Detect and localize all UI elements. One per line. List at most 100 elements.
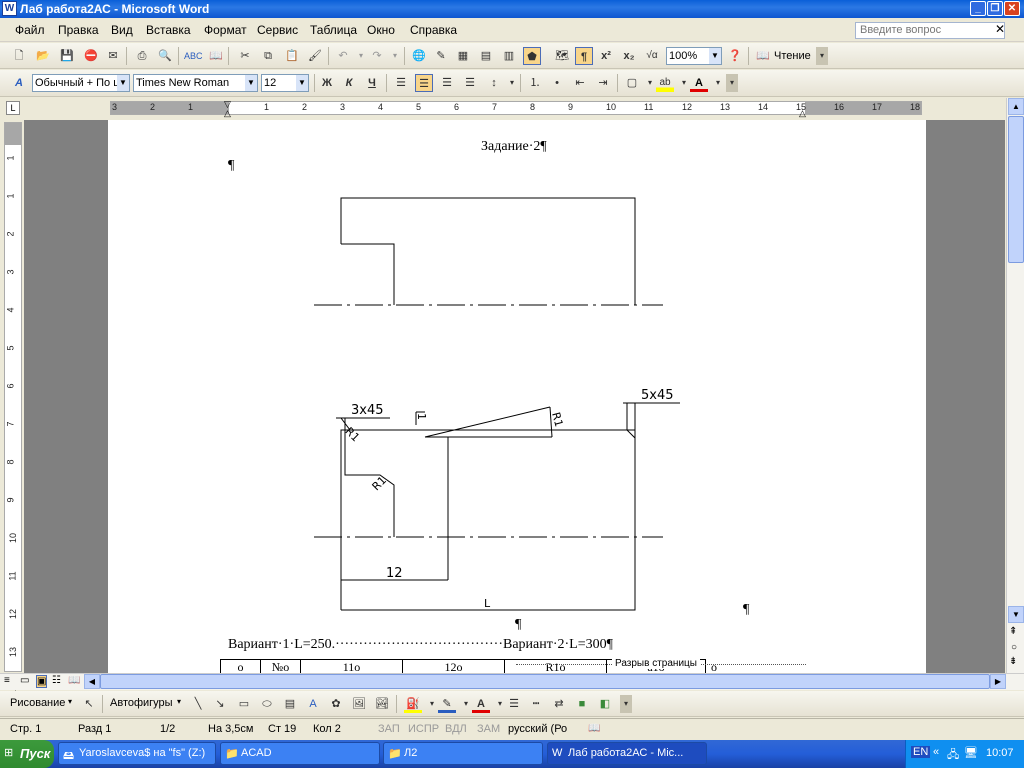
network-icon[interactable]: 🖧 (947, 746, 959, 765)
diagram-icon[interactable]: ✿ (327, 695, 345, 713)
select-objects-icon[interactable]: ↖ (80, 695, 98, 713)
insert-excel-icon[interactable]: ▤ (477, 47, 495, 65)
superscript-icon[interactable]: x² (597, 47, 615, 65)
table-cell[interactable]: №o (260, 660, 300, 674)
line-spacing-dropdown-icon[interactable]: ▾ (503, 74, 521, 92)
chevron-down-icon[interactable]: ▼ (296, 75, 308, 91)
reading-mode-icon[interactable]: 📖 (754, 47, 772, 65)
task-word[interactable]: Лаб работа2АС - Mic... (547, 742, 707, 765)
paste-icon[interactable]: 📋 (283, 47, 301, 65)
status-track[interactable]: ИСПР (408, 723, 439, 735)
table-cell[interactable]: 11o (300, 660, 402, 674)
table-cell[interactable]: o (220, 660, 260, 674)
numbering-icon[interactable]: ⒈ (526, 74, 544, 92)
clipart-icon[interactable]: 🖼 (350, 695, 368, 713)
clock[interactable]: 10:07 (986, 747, 1014, 759)
line-tool-icon[interactable]: ╲ (189, 695, 207, 713)
tables-borders-icon[interactable]: ✎ (432, 47, 450, 65)
menu-table[interactable]: Таблица (310, 23, 357, 37)
web-view-icon[interactable]: ▭ (20, 675, 29, 686)
menu-help[interactable]: Справка (410, 23, 457, 37)
reading-view-icon[interactable]: 📖 (68, 675, 80, 686)
minimize-button[interactable]: _ (970, 1, 986, 16)
decrease-indent-icon[interactable]: ⇤ (571, 74, 589, 92)
columns-icon[interactable]: ▥ (500, 47, 518, 65)
scroll-up-icon[interactable]: ▲ (1008, 98, 1024, 115)
status-overtype[interactable]: ЗАМ (477, 723, 500, 735)
menu-edit[interactable]: Правка (58, 23, 99, 37)
previous-page-icon[interactable]: ⇞ (1009, 626, 1017, 637)
outline-view-icon[interactable]: ☷ (52, 675, 61, 686)
right-indent-marker[interactable]: △ (799, 108, 806, 119)
chevron-down-icon[interactable]: ▼ (117, 75, 129, 91)
align-right-icon[interactable]: ☰ (438, 74, 456, 92)
menu-format[interactable]: Формат (204, 23, 247, 37)
style-select[interactable]: Обычный + По ц ▼ (32, 74, 130, 92)
3d-style-icon[interactable]: ◧ (596, 695, 614, 713)
normal-view-icon[interactable]: ≡ (4, 675, 10, 686)
fill-color-icon[interactable]: ⛽ (404, 695, 422, 713)
redo-dropdown-icon[interactable]: ▾ (386, 47, 404, 65)
help-icon[interactable]: ❓ (726, 47, 744, 65)
autoshapes-menu-button[interactable]: Автофигуры (110, 697, 173, 709)
close-button[interactable]: ✕ (1004, 1, 1020, 16)
cad-drawing[interactable] (108, 120, 926, 673)
arrow-tool-icon[interactable]: ↘ (211, 695, 229, 713)
research-icon[interactable]: 📖 (207, 47, 225, 65)
align-center-icon[interactable]: ☰ (415, 74, 433, 92)
document-map-icon[interactable]: 🗺 (553, 47, 571, 65)
chevron-down-icon[interactable]: ▼ (245, 75, 257, 91)
align-left-icon[interactable]: ☰ (392, 74, 410, 92)
status-rec[interactable]: ЗАП (378, 723, 400, 735)
font-select[interactable]: Times New Roman ▼ (133, 74, 258, 92)
oval-tool-icon[interactable]: ⬭ (258, 695, 276, 713)
italic-button[interactable]: К (340, 74, 358, 92)
menu-window[interactable]: Окно (367, 23, 395, 37)
print-layout-icon[interactable]: ▣ (36, 675, 48, 688)
task-network-drive[interactable]: Yaroslavceva$ на "fs" (Z:) (58, 742, 216, 765)
border-icon[interactable]: ▢ (623, 74, 641, 92)
tray-expand-icon[interactable]: « (933, 746, 939, 758)
undo-icon[interactable]: ↶ (334, 47, 352, 65)
toolbar-options-icon[interactable]: ▾ (816, 47, 828, 65)
bullets-icon[interactable]: • (548, 74, 566, 92)
permission-icon[interactable]: ⛔ (82, 47, 100, 65)
menu-file[interactable]: Файл (15, 23, 45, 37)
scroll-thumb[interactable] (1008, 116, 1024, 263)
new-document-icon[interactable]: 🗋 (10, 47, 28, 65)
show-formatting-icon[interactable]: ¶ (575, 47, 593, 65)
next-page-icon[interactable]: ⇟ (1009, 656, 1017, 667)
hyperlink-icon[interactable]: 🌐 (410, 47, 428, 65)
toolbar-options-icon[interactable]: ▾ (620, 695, 632, 713)
table-cell[interactable]: 12o (402, 660, 504, 674)
rectangle-tool-icon[interactable]: ▭ (235, 695, 253, 713)
arrow-style-icon[interactable]: ⇄ (550, 695, 568, 713)
shadow-style-icon[interactable]: ■ (573, 695, 591, 713)
save-icon[interactable]: 💾 (58, 47, 76, 65)
close-document-icon[interactable]: ✕ (995, 22, 1005, 36)
toolbar-options-icon[interactable]: ▾ (726, 74, 738, 92)
vertical-ruler[interactable]: 1 1 2 3 4 5 6 7 8 9 10 11 12 13 14 (4, 122, 22, 695)
copy-icon[interactable]: ⧉ (259, 47, 277, 65)
status-extend[interactable]: ВДЛ (445, 723, 467, 735)
chevron-down-icon[interactable]: ▼ (709, 48, 721, 64)
task-acad[interactable]: ACAD (220, 742, 380, 765)
print-preview-icon[interactable]: 🔍 (156, 47, 174, 65)
ask-question-input[interactable]: Введите вопрос (855, 22, 1005, 39)
dash-style-icon[interactable]: ┅ (527, 695, 545, 713)
font-size-select[interactable]: 12 ▼ (261, 74, 309, 92)
increase-indent-icon[interactable]: ⇥ (594, 74, 612, 92)
equation-icon[interactable]: √α (643, 47, 661, 65)
horizontal-ruler[interactable]: 3 2 1 1 2 3 4 5 6 7 8 9 10 11 12 13 14 15 16 17 18 ▽ △ △ (110, 99, 922, 118)
line-style-icon[interactable]: ☰ (505, 695, 523, 713)
task-l2[interactable]: Л2 (383, 742, 543, 765)
word-app-icon[interactable]: W (2, 1, 17, 16)
menu-insert[interactable]: Вставка (146, 23, 191, 37)
browse-object-icon[interactable]: ○ (1011, 642, 1017, 653)
table-cell[interactable]: R1o (504, 660, 606, 674)
highlight-icon[interactable]: ab (656, 74, 674, 92)
zoom-select[interactable]: 100% ▼ (666, 47, 722, 65)
table-cell[interactable]: o (707, 660, 721, 674)
bold-button[interactable]: Ж (318, 74, 336, 92)
line-color-icon[interactable]: ✎ (438, 695, 456, 713)
